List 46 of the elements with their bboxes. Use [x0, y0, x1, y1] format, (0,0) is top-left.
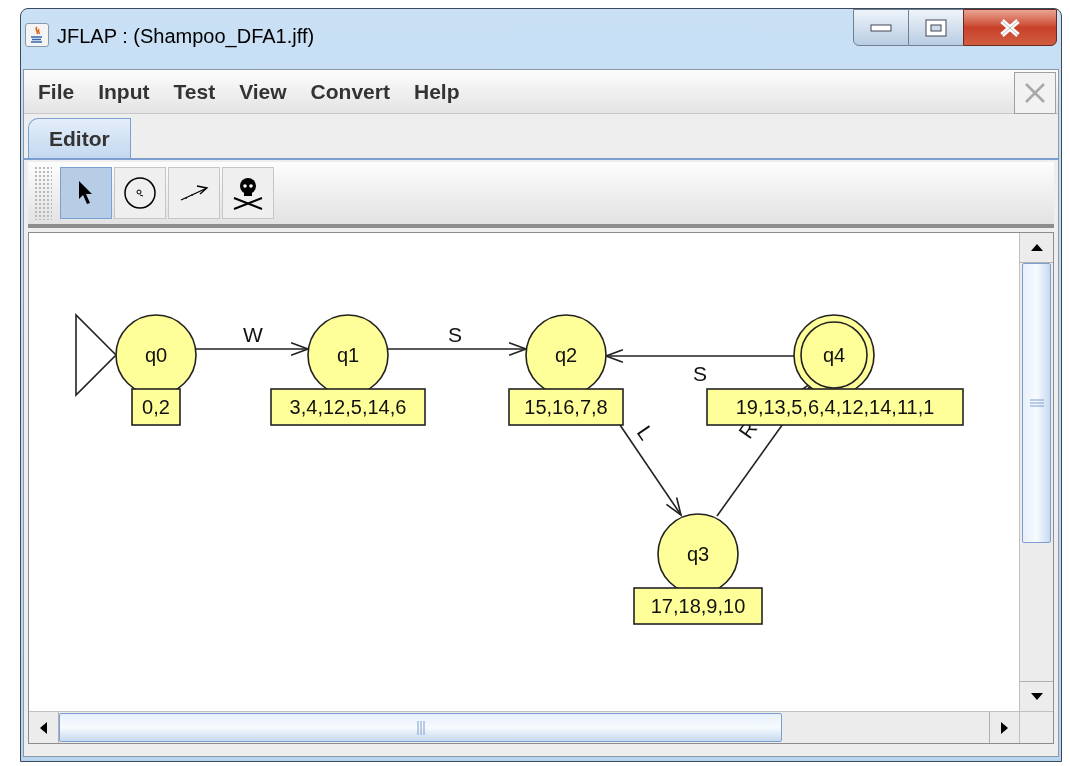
menu-item[interactable]: Test	[161, 75, 228, 108]
state-note: 17,18,9,10	[633, 587, 763, 625]
transition-label: S	[448, 323, 462, 346]
grip-icon	[416, 720, 425, 735]
state-note: 15,16,7,8	[508, 388, 624, 426]
up-arrow-icon	[1030, 244, 1043, 251]
maximize-button[interactable]	[909, 9, 963, 46]
grip-icon	[1029, 399, 1044, 407]
tool-button[interactable]	[222, 167, 274, 219]
minimize-button[interactable]	[853, 9, 909, 46]
state-name: q2	[554, 344, 578, 366]
menu-item[interactable]: Convert	[298, 75, 402, 108]
state-note: 19,13,5,6,4,12,14,11,1	[706, 388, 964, 426]
toolbar-grip	[34, 166, 52, 220]
menu-item[interactable]: Input	[86, 75, 162, 108]
state-note: 3,4,12,5,14,6	[270, 388, 426, 426]
state-name: q0	[144, 344, 168, 366]
scroll-thumb[interactable]	[1022, 263, 1051, 543]
down-arrow-icon	[1030, 693, 1043, 700]
close-icon	[999, 17, 1021, 38]
window-title: JFLAP : (Shampoo_DFA1.jff)	[57, 24, 315, 49]
state-circle-icon	[123, 176, 157, 210]
menu-item[interactable]: Help	[401, 75, 472, 108]
transition-label: W	[243, 323, 263, 346]
state-name: q3	[686, 543, 710, 565]
arrow-icon	[179, 183, 209, 203]
scroll-thumb[interactable]	[59, 713, 782, 742]
tool-button[interactable]	[60, 167, 112, 219]
minimize-icon	[870, 23, 892, 32]
left-arrow-icon	[40, 721, 47, 734]
state-name: q4	[822, 344, 846, 366]
state-name: q1	[336, 344, 360, 366]
state-note: 0,2	[131, 388, 181, 426]
skull-crossbones-icon	[231, 176, 265, 210]
maximize-icon	[925, 18, 947, 37]
menu-item[interactable]: View	[227, 75, 299, 108]
close-icon	[1024, 82, 1046, 104]
transition-label: S	[693, 362, 707, 385]
transition-label: L	[632, 421, 659, 444]
pointer-icon	[77, 180, 95, 206]
tab[interactable]: Editor	[28, 118, 131, 158]
menu-item[interactable]: File	[26, 75, 87, 108]
right-arrow-icon	[1001, 721, 1008, 734]
close-button[interactable]	[963, 9, 1057, 46]
java-app-icon	[25, 23, 49, 47]
tool-button[interactable]	[114, 167, 166, 219]
